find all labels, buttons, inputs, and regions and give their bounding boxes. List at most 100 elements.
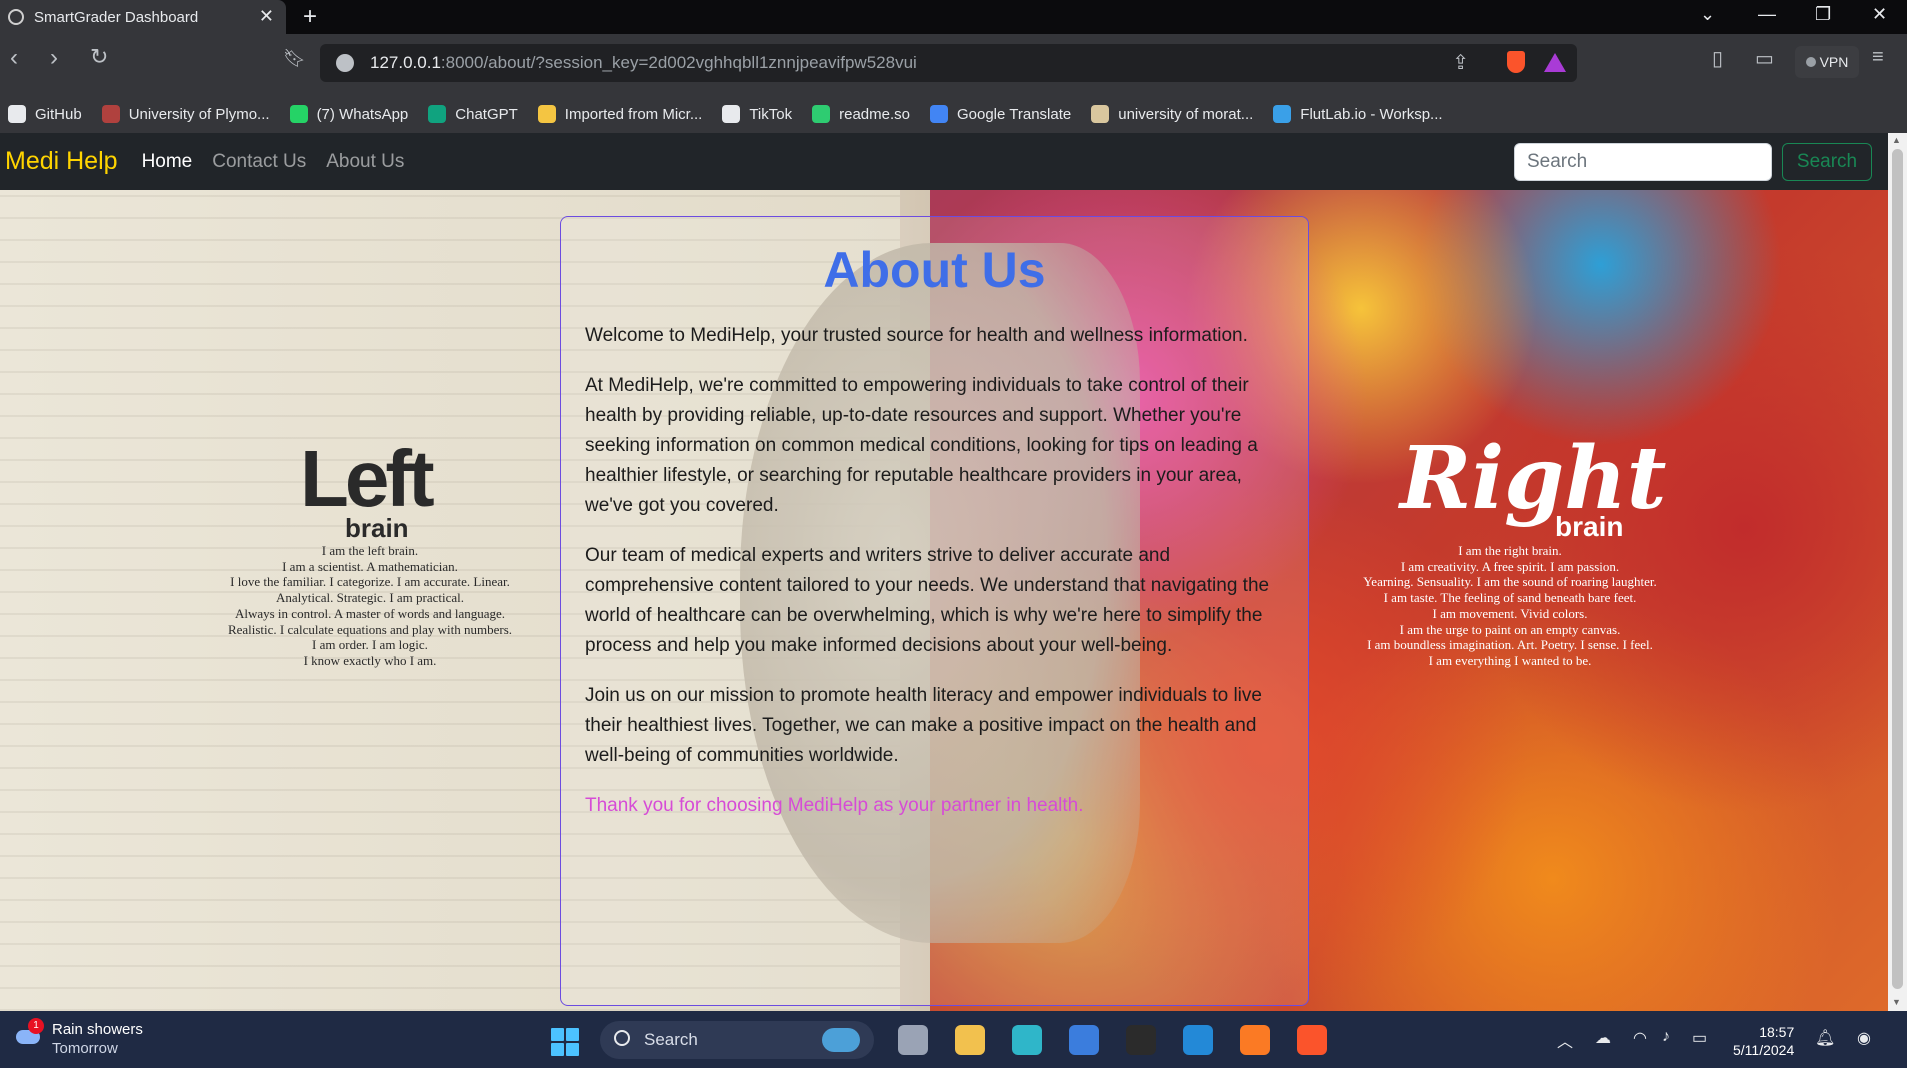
bookmark-item[interactable]: Imported from Micr... bbox=[530, 105, 703, 123]
rain-cloud-icon: 1 bbox=[12, 1018, 44, 1046]
taskbar-search[interactable]: Search bbox=[600, 1021, 874, 1059]
bookmark-item[interactable]: readme.so bbox=[804, 105, 910, 123]
bookmark-label: GitHub bbox=[35, 105, 82, 123]
brave-rewards-icon[interactable] bbox=[1544, 53, 1566, 72]
nav-home[interactable]: Home bbox=[142, 151, 193, 173]
poem-line: I am movement. Vivid colors. bbox=[1432, 605, 1588, 621]
poem-line: I am order. I am logic. bbox=[312, 637, 428, 653]
system-clock[interactable]: 18:57 5/11/2024 bbox=[1733, 1023, 1794, 1059]
tab-favicon-icon bbox=[8, 9, 24, 25]
new-tab-button[interactable]: + bbox=[303, 3, 317, 31]
clock-time: 18:57 bbox=[1759, 1024, 1795, 1040]
windows-taskbar: 1 Rain showers Tomorrow Search ︿ ☁ ◠ ♪ ▭… bbox=[0, 1011, 1907, 1068]
search-highlight-icon bbox=[822, 1028, 860, 1052]
notification-bell-icon[interactable]: 🔔︎ bbox=[1815, 1028, 1835, 1048]
brave-icon[interactable] bbox=[1297, 1025, 1327, 1055]
brave-shields-icon[interactable] bbox=[1507, 51, 1525, 73]
nav-about-us[interactable]: About Us bbox=[326, 151, 404, 173]
bookmark-item[interactable]: Google Translate bbox=[922, 105, 1071, 123]
poem-line: Analytical. Strategic. I am practical. bbox=[275, 590, 465, 606]
bookmark-favicon-icon bbox=[8, 105, 26, 123]
vpn-status-icon bbox=[1805, 57, 1816, 67]
bookmark-label: university of morat... bbox=[1118, 105, 1254, 123]
about-paragraph: Welcome to MediHelp, your trusted source… bbox=[585, 325, 1248, 346]
edge-icon[interactable] bbox=[1012, 1025, 1042, 1055]
poem-line: I am the left brain. bbox=[321, 543, 419, 558]
left-brain-title: Left bbox=[300, 434, 435, 523]
scroll-down-icon[interactable]: ▼ bbox=[1892, 997, 1901, 1007]
url-path: :8000/about/?session_key=2d002vghhqbll1z… bbox=[440, 53, 917, 72]
windows-start-icon[interactable] bbox=[551, 1028, 579, 1056]
tray-overflow-icon[interactable]: ︿ bbox=[1557, 1028, 1573, 1052]
bookmark-favicon-icon bbox=[1273, 105, 1292, 123]
terminal-icon[interactable] bbox=[1126, 1025, 1156, 1055]
weather-widget[interactable]: 1 Rain showers Tomorrow bbox=[12, 1018, 143, 1058]
tab-close-icon[interactable]: ✕ bbox=[259, 6, 274, 27]
site-search-input[interactable] bbox=[1514, 143, 1772, 181]
bookmark-label: (7) WhatsApp bbox=[316, 105, 409, 123]
about-paragraph: At MediHelp, we're committed to empoweri… bbox=[585, 375, 1258, 516]
browser-tab[interactable]: SmartGrader Dashboard ✕ bbox=[0, 0, 286, 34]
about-paragraph: Join us on our mission to promote health… bbox=[585, 685, 1262, 766]
weather-title: Rain showers bbox=[52, 1021, 143, 1038]
bookmark-item[interactable]: University of Plymo... bbox=[94, 105, 270, 123]
store-icon[interactable] bbox=[1069, 1025, 1099, 1055]
forward-icon[interactable]: › bbox=[50, 44, 58, 72]
about-thanks: Thank you for choosing MediHelp as your … bbox=[585, 795, 1084, 816]
reload-icon[interactable]: ↻ bbox=[90, 44, 108, 70]
search-icon bbox=[614, 1030, 630, 1046]
bookmark-item[interactable]: GitHub bbox=[0, 105, 82, 123]
about-title: About Us bbox=[823, 242, 1046, 298]
task-view-icon[interactable] bbox=[898, 1025, 928, 1055]
bookmark-label: ChatGPT bbox=[455, 105, 518, 123]
window-close-icon[interactable]: ✕ bbox=[1872, 4, 1887, 25]
bookmark-item[interactable]: ChatGPT bbox=[420, 105, 518, 123]
poem-line: Yearning. Sensuality. I am the sound of … bbox=[1363, 574, 1657, 590]
file-explorer-icon[interactable] bbox=[955, 1025, 985, 1055]
right-brain-subtitle: brain bbox=[1555, 511, 1624, 542]
site-info-icon[interactable] bbox=[336, 54, 354, 72]
scroll-up-icon[interactable]: ▲ bbox=[1892, 135, 1901, 145]
back-icon[interactable]: ‹ bbox=[10, 44, 18, 72]
bookmark-item[interactable]: (7) WhatsApp bbox=[282, 105, 409, 123]
scrollbar-thumb[interactable] bbox=[1892, 149, 1903, 989]
share-icon[interactable]: ⇪ bbox=[1452, 50, 1469, 75]
bookmark-favicon-icon bbox=[722, 105, 741, 123]
tab-title: SmartGrader Dashboard bbox=[34, 8, 199, 26]
wallet-icon[interactable]: ▭ bbox=[1755, 46, 1774, 71]
bookmark-label: FlutLab.io - Worksp... bbox=[1300, 105, 1443, 123]
address-bar[interactable]: 127.0.0.1:8000/about/?session_key=2d002v… bbox=[320, 44, 1577, 82]
right-brain-title: Right bbox=[1400, 428, 1667, 529]
sidebar-toggle-icon[interactable]: ▯ bbox=[1712, 46, 1723, 71]
menu-icon[interactable]: ≡ bbox=[1872, 46, 1884, 69]
site-search-button[interactable]: Search bbox=[1782, 143, 1872, 181]
poem-line: I am the urge to paint on an empty canva… bbox=[1399, 621, 1621, 637]
vpn-label: VPN bbox=[1819, 54, 1849, 70]
volume-icon[interactable]: ♪ bbox=[1662, 1028, 1670, 1046]
vpn-button[interactable]: VPN bbox=[1795, 46, 1859, 78]
page-viewport: Left brain I am the left brain. I am a sc… bbox=[0, 133, 1888, 1011]
page-scrollbar[interactable]: ▲ ▼ bbox=[1888, 133, 1907, 1011]
site-brand[interactable]: Medi Help bbox=[5, 147, 118, 176]
onedrive-icon[interactable]: ☁ bbox=[1595, 1028, 1611, 1048]
bookmark-label: Imported from Micr... bbox=[564, 105, 703, 123]
nav-contact-us[interactable]: Contact Us bbox=[212, 151, 306, 173]
poem-line: I am a scientist. A mathematician. bbox=[282, 558, 458, 574]
tab-search-chevron-icon[interactable]: ⌄ bbox=[1700, 4, 1715, 25]
bookmark-item[interactable]: FlutLab.io - Worksp... bbox=[1265, 105, 1443, 123]
minimize-icon[interactable]: — bbox=[1758, 4, 1776, 25]
poem-line: I am everything I wanted to be. bbox=[1428, 652, 1592, 668]
bookmark-item[interactable]: TikTok bbox=[714, 105, 792, 123]
restore-icon[interactable]: ❐ bbox=[1815, 4, 1831, 25]
bookmark-favicon-icon bbox=[101, 105, 120, 123]
bookmark-item[interactable]: university of morat... bbox=[1083, 105, 1253, 123]
wifi-icon[interactable]: ◠ bbox=[1633, 1028, 1647, 1048]
battery-icon[interactable]: ▭ bbox=[1692, 1028, 1707, 1048]
bookmark-favicon-icon bbox=[812, 105, 831, 123]
poem-line: I am boundless imagination. Art. Poetry.… bbox=[1367, 637, 1653, 653]
copilot-icon[interactable]: ◉ bbox=[1857, 1028, 1871, 1048]
vscode-icon[interactable] bbox=[1183, 1025, 1213, 1055]
bookmark-favicon-icon bbox=[428, 105, 447, 123]
bookmark-star-icon[interactable]: 🔖︎ bbox=[283, 48, 306, 69]
xampp-icon[interactable] bbox=[1240, 1025, 1270, 1055]
